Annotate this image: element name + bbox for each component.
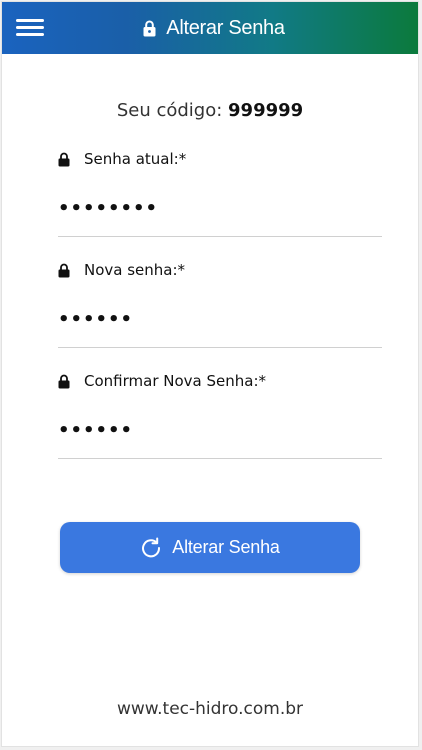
current-password-label-row: Senha atual:* — [58, 150, 382, 168]
menu-line — [16, 19, 44, 22]
confirm-password-field: Confirmar Nova Senha:* •••••• — [58, 372, 382, 459]
website-link[interactable]: www.tec-hidro.com.br — [2, 699, 418, 719]
menu-line — [16, 26, 44, 29]
current-password-field: Senha atual:* •••••••• — [58, 150, 382, 237]
new-password-label-row: Nova senha:* — [58, 261, 382, 279]
refresh-icon — [140, 537, 162, 559]
change-password-button[interactable]: Alterar Senha — [60, 522, 360, 573]
lock-icon — [58, 374, 70, 389]
change-password-button-label: Alterar Senha — [172, 537, 280, 557]
lock-icon — [58, 263, 70, 278]
confirm-password-label-row: Confirmar Nova Senha:* — [58, 372, 382, 390]
new-password-input[interactable]: •••••• — [58, 309, 382, 348]
lock-icon — [143, 20, 156, 37]
confirm-password-input[interactable]: •••••• — [58, 420, 382, 459]
page-title: Alterar Senha — [166, 16, 285, 39]
menu-line — [16, 33, 44, 36]
current-password-label: Senha atual:* — [84, 150, 187, 168]
app-screen: Alterar Senha Seu código: 999999 Senha a… — [2, 2, 418, 746]
new-password-field: Nova senha:* •••••• — [58, 261, 382, 348]
current-password-input[interactable]: •••••••• — [58, 198, 382, 237]
user-code-label: Seu código: — [116, 100, 223, 121]
menu-button[interactable] — [16, 16, 44, 40]
user-code: Seu código: 999999 — [2, 100, 418, 121]
new-password-label: Nova senha:* — [84, 261, 186, 279]
lock-icon — [58, 152, 70, 167]
user-code-value: 999999 — [228, 100, 304, 121]
header-title-group: Alterar Senha — [143, 16, 285, 40]
app-header: Alterar Senha — [2, 2, 418, 54]
confirm-password-label: Confirmar Nova Senha:* — [84, 372, 266, 390]
